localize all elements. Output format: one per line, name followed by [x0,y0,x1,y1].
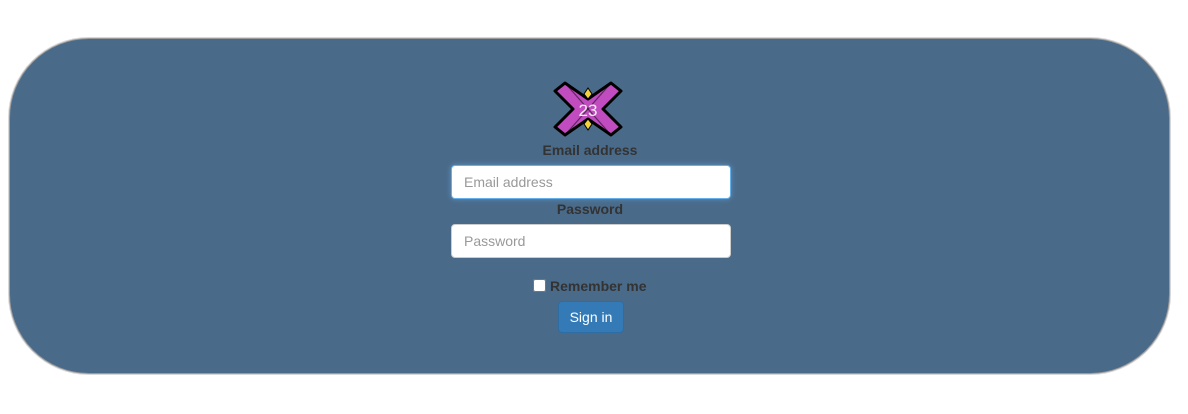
sign-in-button[interactable]: Sign in [558,301,624,333]
email-input[interactable] [451,165,731,199]
remember-me[interactable]: Remember me [533,276,647,294]
logo-icon: 23 [553,81,623,137]
logo-number: 23 [579,101,598,120]
remember-me-label: Remember me [550,278,647,294]
password-input[interactable] [451,224,731,258]
password-label: Password [556,201,624,217]
remember-me-checkbox[interactable] [533,278,546,292]
email-label: Email address [542,142,638,158]
